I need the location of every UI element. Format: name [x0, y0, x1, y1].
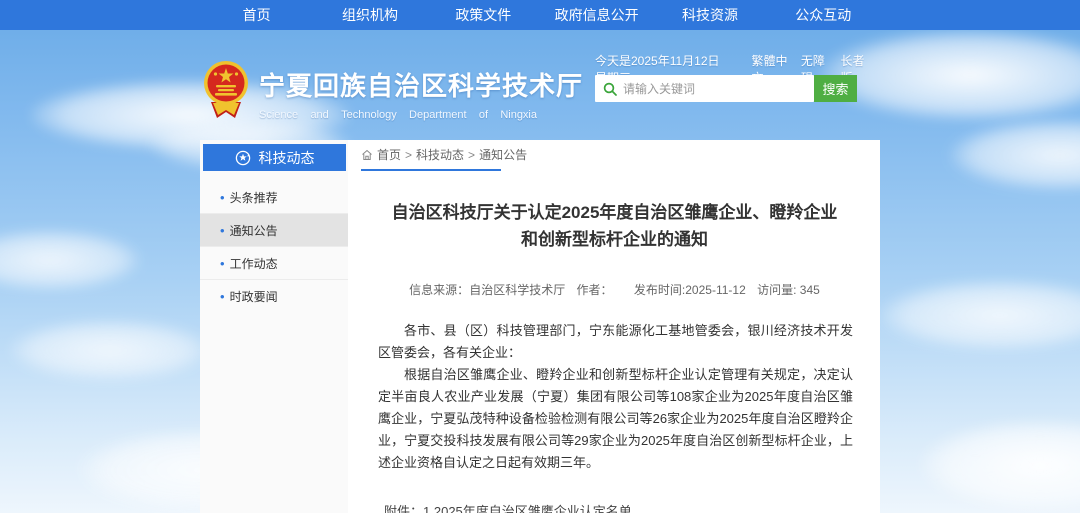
nav-item-resources[interactable]: 科技资源: [653, 0, 766, 30]
page: 首页 组织机构 政策文件 政府信息公开 科技资源 公众互动 宁夏回族自治区科学技…: [0, 0, 1080, 513]
cloud-decor: [950, 120, 1080, 190]
search-icon: [603, 82, 617, 96]
meta-author-label: 作者：: [577, 283, 613, 297]
article-title-line2: 和创新型标杆企业的通知: [361, 226, 868, 253]
sidebar-item-label: 通知公告: [230, 222, 278, 239]
article-paragraph: 各市、县（区）科技管理部门，宁东能源化工基地管委会，银川经济技术开发区管委会，各…: [378, 320, 853, 364]
nav-item-gov-info[interactable]: 政府信息公开: [540, 0, 653, 30]
sidebar-item-notices[interactable]: • 通知公告: [200, 214, 348, 247]
breadcrumb-separator: >: [468, 148, 475, 162]
subtitle-word: and: [310, 109, 328, 121]
sidebar-item-work-news[interactable]: • 工作动态: [200, 247, 348, 280]
cloud-decor: [880, 280, 1080, 350]
article-meta: 信息来源：自治区科学技术厅 作者： 发布时间:2025-11-12 访问量: 3…: [361, 281, 868, 298]
sidebar-title: 科技动态: [259, 148, 315, 168]
top-navigation: 首页 组织机构 政策文件 政府信息公开 科技资源 公众互动: [0, 0, 1080, 30]
breadcrumb-home[interactable]: 首页: [377, 146, 401, 163]
meta-views-label: 访问量:: [757, 283, 796, 297]
sidebar-item-label: 头条推荐: [230, 189, 278, 206]
sidebar-item-headlines[interactable]: • 头条推荐: [200, 181, 348, 214]
home-icon: [361, 149, 373, 161]
nav-item-interaction[interactable]: 公众互动: [767, 0, 880, 30]
article-title-line1: 自治区科技厅关于认定2025年度自治区雏鹰企业、瞪羚企业: [361, 199, 868, 226]
article-paragraph: 根据自治区雏鹰企业、瞪羚企业和创新型标杆企业认定管理有关规定，决定认定半亩良人农…: [378, 364, 853, 474]
search-button[interactable]: 搜索: [814, 75, 857, 102]
meta-time-label: 发布时间:: [634, 283, 685, 297]
subtitle-word: Department: [409, 109, 466, 121]
nav-item-policy[interactable]: 政策文件: [427, 0, 540, 30]
bullet-icon: •: [220, 256, 225, 271]
site-title: 宁夏回族自治区科学技术厅: [259, 66, 583, 103]
content-panel: 科技动态 • 头条推荐 • 通知公告 • 工作动态 • 时政要闻: [200, 140, 880, 513]
breadcrumb-separator: >: [405, 148, 412, 162]
breadcrumb-level2[interactable]: 通知公告: [479, 146, 527, 163]
cloud-decor: [0, 230, 140, 290]
attachment-link-1[interactable]: 1.2025年度自治区雏鹰企业认定名单: [423, 502, 671, 513]
national-emblem-logo: [203, 58, 249, 122]
subtitle-word: Technology: [341, 109, 397, 121]
search-input[interactable]: [623, 82, 806, 96]
subtitle-word: Ningxia: [500, 109, 537, 121]
article-body: 各市、县（区）科技管理部门，宁东能源化工基地管委会，银川经济技术开发区管委会，各…: [361, 320, 868, 474]
search-input-wrap: [595, 75, 814, 102]
attachments-label: 附件：: [384, 502, 423, 513]
site-brand: 宁夏回族自治区科学技术厅 Science and Technology Depa…: [203, 58, 583, 122]
article-title: 自治区科技厅关于认定2025年度自治区雏鹰企业、瞪羚企业 和创新型标杆企业的通知: [361, 199, 868, 253]
bullet-icon: •: [220, 223, 225, 238]
site-subtitle: Science and Technology Department of Nin…: [259, 109, 537, 121]
bullet-icon: •: [220, 190, 225, 205]
breadcrumb-level1[interactable]: 科技动态: [416, 146, 464, 163]
subtitle-word: of: [479, 109, 488, 121]
cloud-decor: [10, 320, 210, 380]
tech-news-icon: [235, 150, 251, 166]
meta-views: 345: [800, 283, 820, 297]
attachments-section: 附件： 1.2025年度自治区雏鹰企业认定名单 2.2025年度自治区瞪羚企业认…: [361, 502, 868, 513]
subtitle-word: Science: [259, 109, 298, 121]
sidebar-item-politics-news[interactable]: • 时政要闻: [200, 280, 348, 313]
cloud-decor: [920, 420, 1080, 510]
sidebar-header[interactable]: 科技动态: [203, 144, 346, 171]
sidebar-item-label: 时政要闻: [230, 288, 278, 305]
meta-source-label: 信息来源：: [409, 283, 469, 297]
main-content: 首页 > 科技动态 > 通知公告 自治区科技厅关于认定2025年度自治区雏鹰企业…: [348, 140, 880, 513]
meta-time: 2025-11-12: [685, 283, 746, 297]
breadcrumb: 首页 > 科技动态 > 通知公告: [361, 140, 501, 171]
sidebar: 科技动态 • 头条推荐 • 通知公告 • 工作动态 • 时政要闻: [200, 140, 348, 513]
nav-item-home[interactable]: 首页: [200, 0, 313, 30]
sidebar-menu: • 头条推荐 • 通知公告 • 工作动态 • 时政要闻: [200, 181, 348, 313]
search-bar: 搜索: [595, 75, 857, 102]
nav-item-org[interactable]: 组织机构: [313, 0, 426, 30]
bullet-icon: •: [220, 289, 225, 304]
meta-source: 自治区科学技术厅: [469, 283, 565, 297]
sidebar-item-label: 工作动态: [230, 255, 278, 272]
